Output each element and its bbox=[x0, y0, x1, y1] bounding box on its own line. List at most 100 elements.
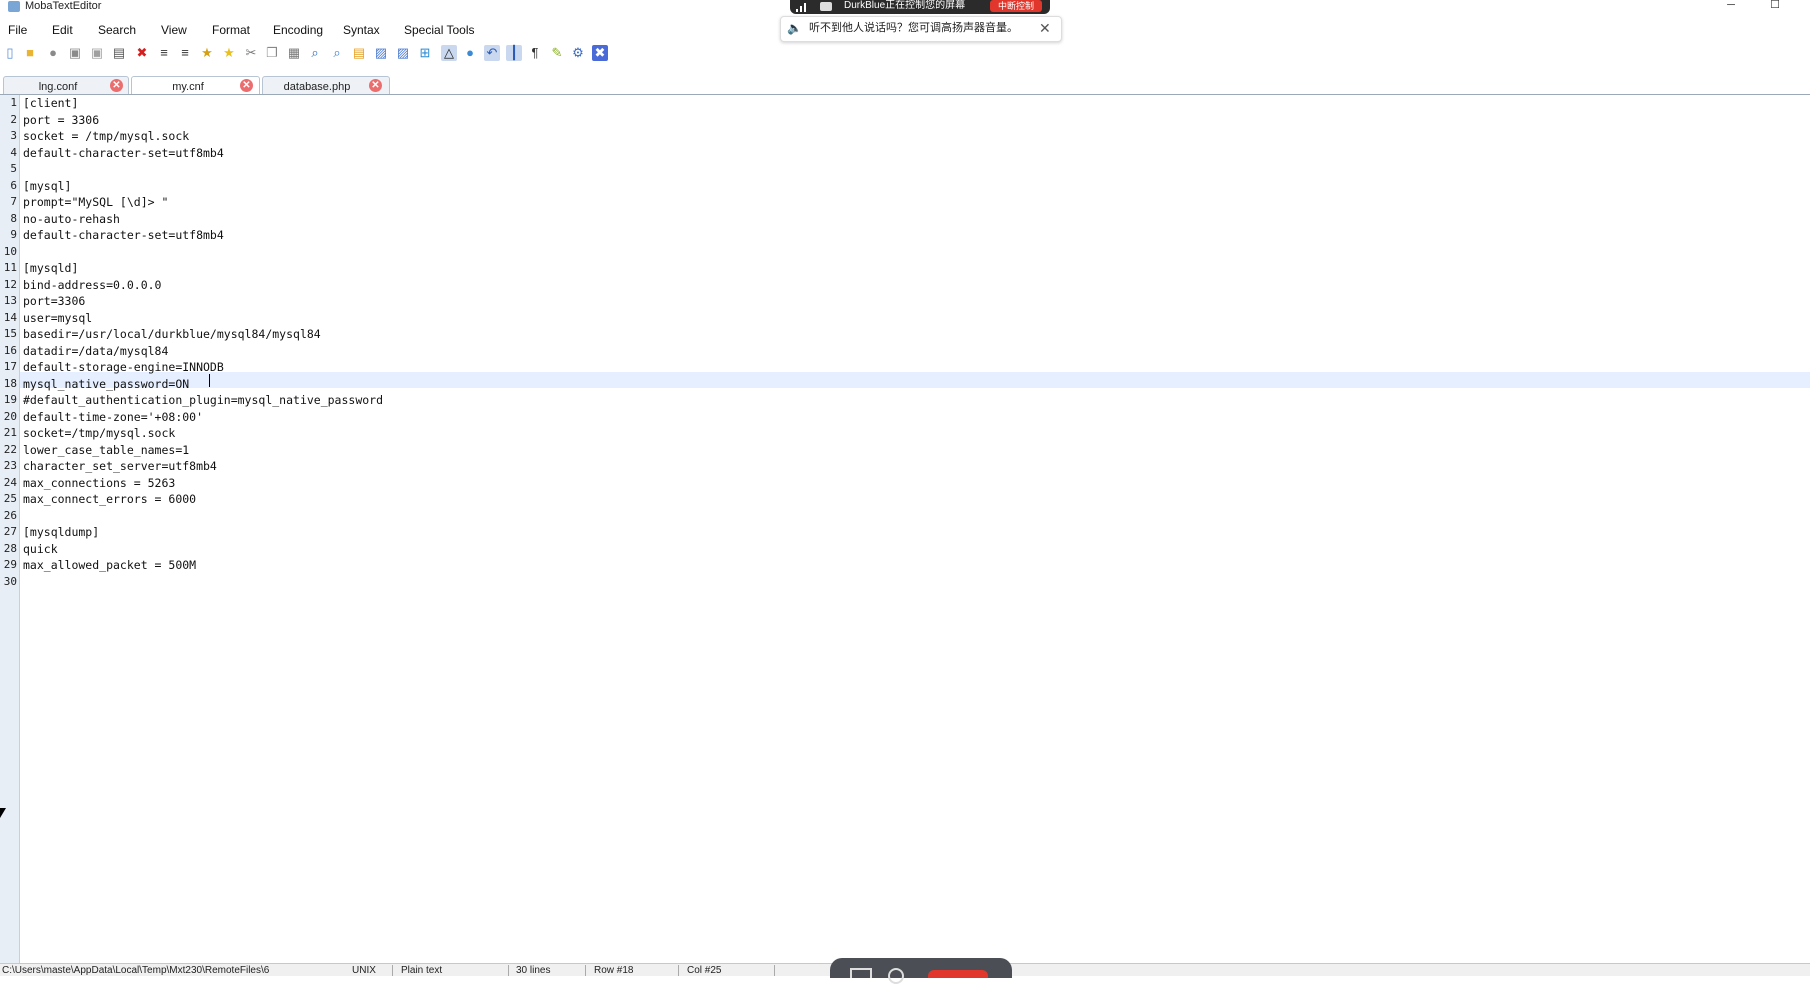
code-line[interactable]: max_connect_errors = 6000 bbox=[23, 491, 383, 508]
find-next-icon[interactable]: ⌕ bbox=[329, 45, 345, 61]
text-editor[interactable]: [client] port = 3306 socket = /tmp/mysql.s… bbox=[20, 95, 1810, 965]
highlight-icon[interactable]: ✎ bbox=[549, 45, 565, 61]
code-line[interactable]: #default_authentication_plugin=mysql_nat… bbox=[23, 392, 383, 409]
open-folder-icon[interactable]: ■ bbox=[22, 45, 38, 61]
code-line[interactable]: character_set_server=utf8mb4 bbox=[23, 458, 383, 475]
menu-search[interactable]: Search bbox=[98, 22, 136, 38]
code-content[interactable]: [client] port = 3306 socket = /tmp/mysql.s… bbox=[23, 95, 383, 590]
tab-close-icon[interactable]: ✕ bbox=[110, 79, 123, 92]
tab-my-cnf[interactable]: my.cnf ✕ bbox=[131, 76, 260, 94]
mouse-cursor-icon bbox=[0, 808, 6, 818]
stop-control-button[interactable]: 中断控制 bbox=[990, 0, 1042, 12]
tab-close-icon[interactable]: ✕ bbox=[240, 79, 253, 92]
code-line[interactable]: lower_case_table_names=1 bbox=[23, 442, 383, 459]
toolbar: ▯ ■ ● ▣ ▣ ▤ ✖ ≡ ≡ ★ ★ ✂ ❐ ▦ ⌕ ⌕ ▤ ▨ ▨ ⊞ △ ● ↶ ┃ ¶ ✎ ⚙ ✖ bbox=[0, 43, 640, 65]
tab-label: my.cnf bbox=[172, 81, 204, 93]
paragraph-icon[interactable]: ¶ bbox=[527, 45, 543, 61]
find-icon[interactable]: ⌕ bbox=[307, 45, 323, 61]
code-line[interactable]: socket = /tmp/mysql.sock bbox=[23, 128, 383, 145]
code-line[interactable]: [mysqldump] bbox=[23, 524, 383, 541]
code-line[interactable]: datadir=/data/mysql84 bbox=[23, 343, 383, 360]
code-line[interactable]: basedir=/usr/local/durkblue/mysql84/mysq… bbox=[23, 326, 383, 343]
code-line[interactable]: user=mysql bbox=[23, 310, 383, 327]
ruler-icon[interactable]: ┃ bbox=[506, 45, 522, 61]
line-number: 16 bbox=[3, 343, 17, 357]
code-line[interactable]: prompt="MySQL [\d]> " bbox=[23, 194, 383, 211]
tab-label: database.php bbox=[283, 81, 351, 93]
menu-bar: File Edit Search View Format Encoding Sy… bbox=[0, 20, 1810, 40]
tab-lng-conf[interactable]: lng.conf ✕ bbox=[3, 76, 129, 94]
word-wrap-icon[interactable]: ↶ bbox=[484, 45, 500, 61]
bookmark-icon[interactable]: ★ bbox=[199, 45, 215, 61]
screen-icon bbox=[820, 2, 832, 11]
code-line[interactable]: max_connections = 5263 bbox=[23, 475, 383, 492]
line-number: 11 bbox=[3, 261, 17, 274]
menu-encoding[interactable]: Encoding bbox=[273, 22, 323, 38]
code-line[interactable]: bind-address=0.0.0.0 bbox=[23, 277, 383, 294]
exit-icon[interactable]: ✖ bbox=[592, 45, 608, 61]
code-line[interactable]: max_allowed_packet = 500M bbox=[23, 557, 383, 574]
chat-icon[interactable] bbox=[888, 968, 904, 984]
line-number: 29 bbox=[3, 558, 17, 571]
remote-control-widget[interactable] bbox=[830, 958, 1012, 984]
code-line[interactable]: [mysqld] bbox=[23, 260, 383, 277]
settings-icon[interactable]: ⚙ bbox=[570, 45, 586, 61]
menu-view[interactable]: View bbox=[161, 22, 187, 38]
code-line[interactable] bbox=[23, 574, 383, 591]
maximize-button[interactable]: ☐ bbox=[1762, 0, 1788, 13]
menu-special-tools[interactable]: Special Tools bbox=[404, 22, 475, 38]
goto-icon[interactable]: ▨ bbox=[373, 45, 389, 61]
end-session-button[interactable] bbox=[928, 970, 988, 978]
linux-eol-icon[interactable]: △ bbox=[441, 45, 457, 61]
code-line[interactable] bbox=[23, 508, 383, 525]
code-line[interactable]: default-character-set=utf8mb4 bbox=[23, 145, 383, 162]
windows-eol-icon[interactable]: ⊞ bbox=[417, 45, 433, 61]
line-number-gutter: 1 2 3 4 5 6 7 8 9 10 11 12 13 14 15 16 17 18 19 20 21 22 23 24 2… bbox=[0, 95, 20, 965]
code-line[interactable]: default-character-set=utf8mb4 bbox=[23, 227, 383, 244]
close-file-icon[interactable]: ✖ bbox=[134, 45, 150, 61]
menu-syntax[interactable]: Syntax bbox=[343, 22, 380, 38]
status-file-path: C:\Users\maste\AppData\Local\Temp\Mxt230… bbox=[2, 965, 270, 976]
line-number: 13 bbox=[3, 294, 17, 307]
code-line[interactable] bbox=[23, 161, 383, 178]
menu-edit[interactable]: Edit bbox=[52, 22, 73, 38]
compare-icon[interactable]: ▨ bbox=[395, 45, 411, 61]
code-line[interactable]: [client] bbox=[23, 95, 383, 112]
line-number: 27 bbox=[3, 525, 17, 538]
menu-file[interactable]: File bbox=[8, 22, 27, 38]
code-line[interactable]: port = 3306 bbox=[23, 112, 383, 129]
new-file-icon[interactable]: ▯ bbox=[2, 45, 18, 61]
status-separator bbox=[508, 965, 509, 976]
print-icon[interactable]: ▤ bbox=[111, 45, 127, 61]
tab-close-icon[interactable]: ✕ bbox=[369, 79, 382, 92]
status-separator bbox=[585, 965, 586, 976]
line-number: 15 bbox=[3, 327, 17, 340]
copy-icon[interactable]: ❐ bbox=[264, 45, 280, 61]
replace-icon[interactable]: ▤ bbox=[351, 45, 367, 61]
bookmark-next-icon[interactable]: ★ bbox=[221, 45, 237, 61]
code-line[interactable]: socket=/tmp/mysql.sock bbox=[23, 425, 383, 442]
fullscreen-icon[interactable] bbox=[850, 968, 872, 978]
code-line[interactable]: [mysql] bbox=[23, 178, 383, 195]
code-line[interactable] bbox=[23, 244, 383, 261]
tab-database-php[interactable]: database.php ✕ bbox=[262, 76, 390, 94]
save-icon[interactable]: ▣ bbox=[67, 45, 83, 61]
code-line[interactable]: mysql_native_password=ON bbox=[23, 376, 383, 393]
code-line[interactable]: no-auto-rehash bbox=[23, 211, 383, 228]
code-line[interactable]: default-storage-engine=INNODB bbox=[23, 359, 383, 376]
status-separator bbox=[678, 965, 679, 976]
paste-icon[interactable]: ▦ bbox=[286, 45, 302, 61]
code-line[interactable]: port=3306 bbox=[23, 293, 383, 310]
code-line[interactable]: quick bbox=[23, 541, 383, 558]
disk-icon[interactable]: ● bbox=[45, 45, 61, 61]
cut-icon[interactable]: ✂ bbox=[243, 45, 259, 61]
mac-eol-icon[interactable]: ● bbox=[462, 45, 478, 61]
app-logo-icon bbox=[8, 1, 20, 12]
save-all-icon[interactable]: ▣ bbox=[89, 45, 105, 61]
minimize-button[interactable]: ─ bbox=[1718, 0, 1744, 13]
indent-icon[interactable]: ≡ bbox=[177, 45, 193, 61]
menu-format[interactable]: Format bbox=[212, 22, 250, 38]
line-number: 12 bbox=[3, 277, 17, 291]
outdent-icon[interactable]: ≡ bbox=[156, 45, 172, 61]
code-line[interactable]: default-time-zone='+08:00' bbox=[23, 409, 383, 426]
